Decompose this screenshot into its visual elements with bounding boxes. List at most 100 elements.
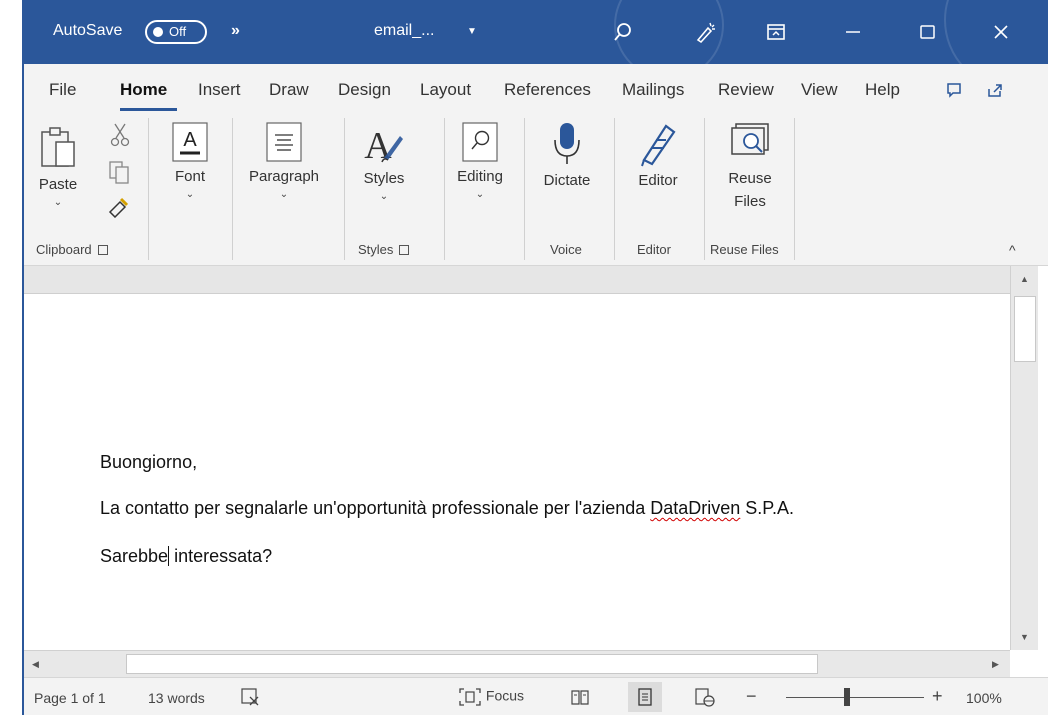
clipboard-label: Clipboard [36,242,92,257]
paste-label: Paste [38,176,78,193]
word-count[interactable]: 13 words [148,690,205,706]
maximize-icon[interactable] [913,18,943,46]
tab-mailings[interactable]: Mailings [622,80,684,100]
cut-button[interactable] [108,122,132,152]
page-count[interactable]: Page 1 of 1 [34,690,106,706]
read-mode-icon[interactable] [570,687,590,710]
editor-button[interactable]: Editor [622,120,694,189]
format-painter-button[interactable] [104,194,134,222]
styles-group-label: Styles [358,242,394,257]
focus-icon [459,688,481,706]
document-title[interactable]: email_... [374,22,434,40]
collapse-ribbon-icon[interactable]: ^ [1009,242,1016,258]
reuse-files-icon [731,123,769,155]
paste-button[interactable]: Paste ⌄ [28,124,88,208]
title-bar: AutoSave Off » email_... ▼ [24,0,1048,90]
doc-paragraph[interactable]: La contatto per segnalarle un'opportunit… [100,498,794,519]
font-button[interactable]: A Font ⌄ [164,120,216,200]
web-layout-icon[interactable] [694,687,716,710]
editing-label: Editing [457,168,503,185]
font-label: Font [174,168,205,185]
toggle-dot [153,27,163,37]
tab-home[interactable]: Home [120,80,167,100]
document-canvas[interactable]: Buongiorno, La contatto per segnalarle u… [24,266,1010,650]
designer-pen-icon[interactable] [691,18,721,46]
status-bar: Page 1 of 1 13 words Focus − + 100% [24,677,1048,715]
editing-button[interactable]: Editing ⌄ [448,120,512,200]
close-icon[interactable] [986,18,1016,46]
misspelled-word[interactable]: DataDriven [650,498,740,518]
proofing-icon[interactable] [240,687,260,710]
paragraph-label: Paragraph [248,168,320,185]
chevron-down-icon: ⌄ [185,189,195,200]
chevron-down-icon[interactable]: ▼ [467,26,477,37]
ribbon-separator [704,118,705,260]
reuse-files-label-line1: Reuse [728,170,772,187]
question-text-start: Sarebbe [100,546,169,566]
minimize-icon[interactable] [838,18,868,46]
font-icon: A [172,122,208,162]
tab-draw[interactable]: Draw [269,80,309,100]
body-text-prefix: La contatto per segnalarle un'opportunit… [100,498,651,518]
tab-file[interactable]: File [49,80,76,100]
horizontal-scroll-thumb[interactable] [126,654,818,674]
zoom-slider-thumb[interactable] [844,688,850,706]
greeting-text: Buongiorno, [100,452,198,472]
paragraph-button[interactable]: Paragraph ⌄ [240,120,328,200]
ribbon-tabs: File Home Insert Draw Design Layout Refe… [24,64,1048,114]
ribbon-separator [148,118,149,260]
svg-text:A: A [183,129,197,151]
group-label-reuse-files: Reuse Files [710,242,779,257]
vertical-scrollbar[interactable]: ▲ ▼ [1010,266,1038,650]
ribbon-separator [444,118,445,260]
reuse-files-button[interactable]: Reuse Files [712,120,788,210]
paragraph-icon [266,122,302,162]
zoom-slider-track[interactable] [786,697,924,698]
zoom-level[interactable]: 100% [966,690,1002,706]
dialog-launcher-icon[interactable] [399,245,410,255]
search-icon[interactable] [608,18,638,46]
vertical-scroll-thumb[interactable] [1014,296,1036,362]
tab-view[interactable]: View [801,80,838,100]
doc-paragraph[interactable]: Sarebbe interessata? [100,546,272,567]
more-commands-button[interactable]: » [231,22,240,40]
outer-background [0,0,24,715]
scroll-left-icon[interactable]: ◀ [32,659,39,670]
tab-insert[interactable]: Insert [198,80,241,100]
editor-label: Editor [638,172,678,189]
autosave-state: Off [169,24,187,39]
ribbon-separator [794,118,795,260]
scroll-down-icon[interactable]: ▼ [1020,632,1029,642]
ribbon-display-options-icon[interactable] [761,18,791,46]
scroll-up-icon[interactable]: ▲ [1020,274,1029,284]
dictate-label: Dictate [543,172,591,189]
tab-references[interactable]: References [504,80,591,100]
body-text-suffix: S.P.A. [740,498,794,518]
comments-icon[interactable] [941,78,967,102]
tab-review[interactable]: Review [718,80,774,100]
tab-design[interactable]: Design [338,80,391,100]
doc-paragraph[interactable]: Buongiorno, [100,452,197,473]
tab-help[interactable]: Help [865,80,900,100]
page-gap [24,266,1010,294]
dictate-button[interactable]: Dictate [532,120,602,189]
horizontal-scrollbar[interactable]: ◀ ▶ [24,650,1010,677]
autosave-toggle[interactable]: Off [145,20,207,44]
styles-label: Styles [363,170,405,187]
print-layout-icon[interactable] [628,682,662,712]
scroll-right-icon[interactable]: ▶ [992,659,999,670]
styles-button[interactable]: A Styles ⌄ [354,122,414,202]
reuse-files-label-line2: Files [734,193,766,210]
dialog-launcher-icon[interactable] [97,245,108,255]
focus-mode-button[interactable]: Focus [458,687,524,707]
group-label-voice: Voice [550,242,582,257]
ribbon-separator [524,118,525,260]
copy-button[interactable] [106,160,132,190]
group-label-editor: Editor [637,242,671,257]
share-icon[interactable] [982,78,1008,102]
ribbon-separator [232,118,233,260]
zoom-in-button[interactable]: + [932,686,943,707]
zoom-out-button[interactable]: − [746,686,757,707]
tab-layout[interactable]: Layout [420,80,471,100]
ribbon-separator [614,118,615,260]
